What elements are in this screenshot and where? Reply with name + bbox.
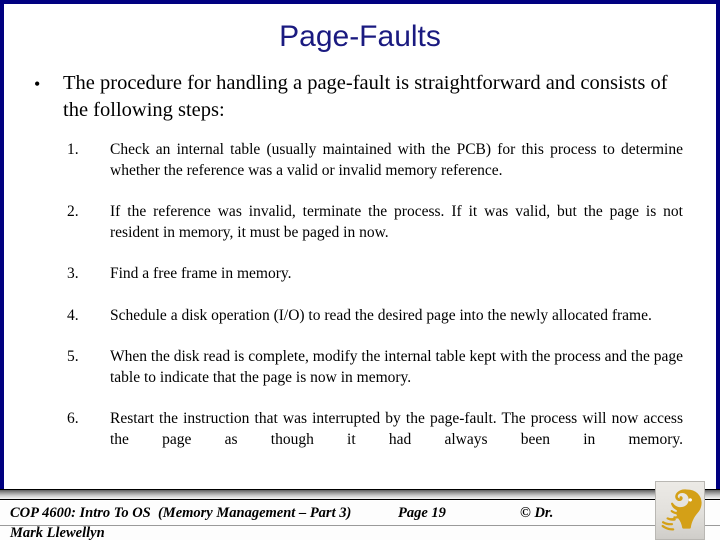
list-item-text: Find a free frame in memory. [110, 265, 292, 282]
list-item-number: 2. [67, 203, 79, 220]
list-item-text: Restart the instruction that was interru… [110, 410, 683, 448]
list-item: 3. Find a free frame in memory. [0, 264, 720, 285]
list-item-number: 1. [67, 141, 79, 158]
footer-copyright: © Dr. [520, 505, 554, 521]
footer-bar: COP 4600: Intro To OS (Memory Management… [0, 501, 720, 526]
list-item-number: 4. [67, 306, 79, 324]
steps-list: 1. Check an internal table (usually main… [0, 140, 720, 466]
list-item-number: 5. [67, 348, 79, 365]
footer-course-label: COP 4600: Intro To OS (Memory Management… [10, 505, 352, 521]
footer-page-number: Page 19 [398, 505, 446, 521]
intro-text: The procedure for handling a page-fault … [63, 72, 668, 121]
slide-canvas: Page-Faults • The procedure for handling… [0, 0, 720, 540]
intro-bullet-row: • The procedure for handling a page-faul… [30, 70, 690, 124]
slide-border-top [0, 0, 720, 4]
list-item-number: 3. [67, 265, 79, 282]
slide-title: Page-Faults [279, 20, 441, 53]
list-item: 6. Restart the instruction that was inte… [0, 409, 720, 450]
footer-gradient-bar [0, 489, 720, 500]
list-item-number: 6. [67, 410, 79, 427]
list-item-text: Schedule a disk operation (I/O) to read … [110, 306, 652, 324]
ucf-pegasus-logo [655, 481, 705, 540]
pegasus-icon [661, 489, 702, 531]
list-item-text: If the reference was invalid, terminate … [110, 203, 683, 241]
footer-author-name: Mark Llewellyn [10, 526, 105, 540]
list-item: 4. Schedule a disk operation (I/O) to re… [0, 306, 720, 327]
list-item-text: Check an internal table (usually maintai… [110, 141, 683, 179]
list-item-text: When the disk read is complete, modify t… [110, 348, 683, 386]
list-item: 5. When the disk read is complete, modif… [0, 347, 720, 388]
footer-bar-second-line: Mark Llewellyn [0, 526, 720, 540]
bullet-icon: • [34, 74, 41, 94]
list-item: 2. If the reference was invalid, termina… [0, 202, 720, 243]
list-item: 1. Check an internal table (usually main… [0, 140, 720, 181]
